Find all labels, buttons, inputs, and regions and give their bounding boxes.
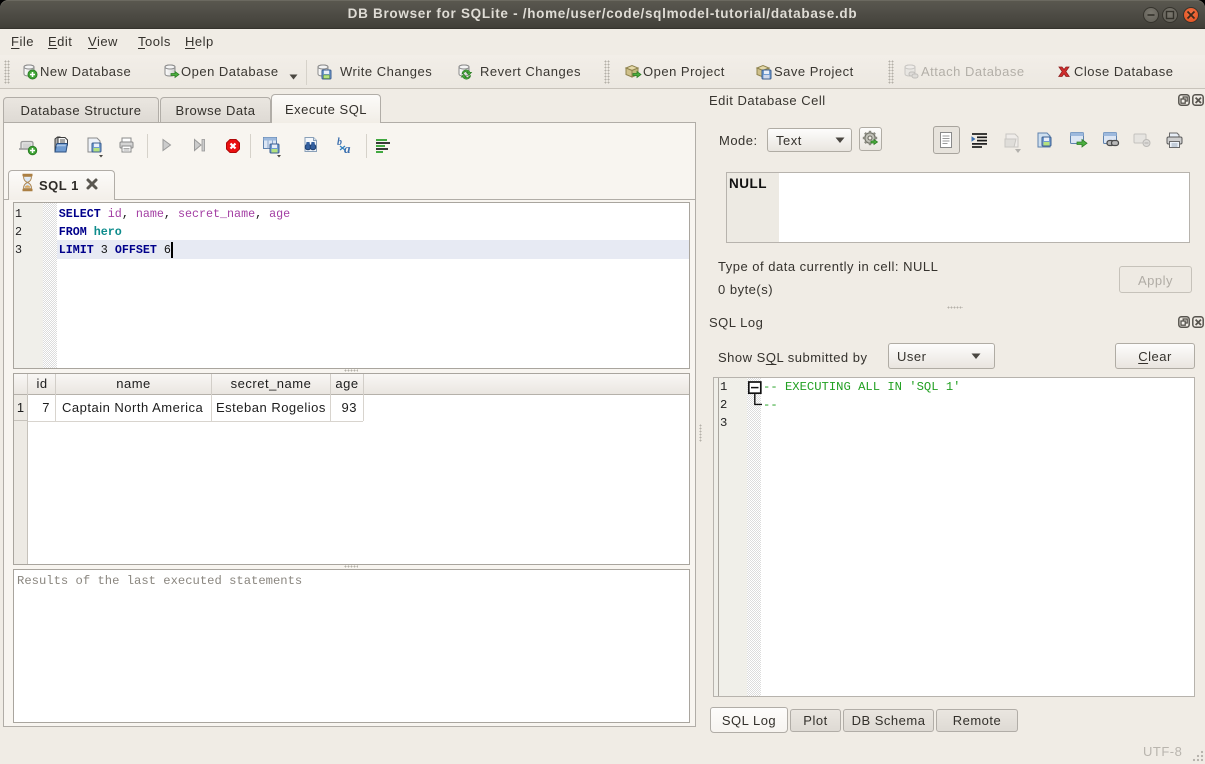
svg-text:a: a xyxy=(344,141,351,156)
